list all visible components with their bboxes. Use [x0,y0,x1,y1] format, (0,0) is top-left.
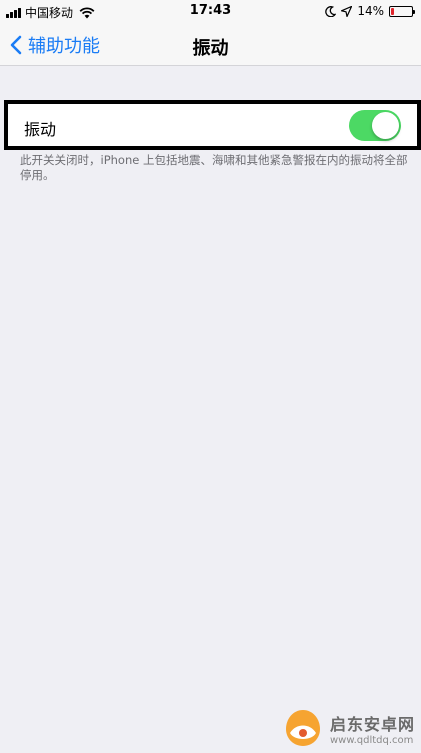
location-icon [341,5,353,17]
battery-icon [389,5,415,17]
vibration-toggle[interactable] [349,110,401,141]
vibration-description: 此开关关闭时，iPhone 上包括地震、海啸和其他紧急警报在内的振动将全部停用。 [20,153,408,182]
watermark-logo [285,710,320,746]
watermark-url: www.qdltdq.com [329,734,414,746]
battery-percent: 14% [357,4,384,18]
status-right: 14% [325,4,415,18]
watermark: 启东安卓网 www.qdltdq.com [282,707,415,749]
watermark-title: 启东安卓网 [329,714,415,734]
toggle-knob [372,112,399,139]
page-title: 振动 [192,38,229,59]
navigation-bar: 辅助功能 振动 [0,24,421,66]
battery-fill [391,7,394,15]
watermark-text: 启东安卓网 www.qdltdq.com [330,711,415,746]
status-bar: 中国移动 17:43 14% [0,0,421,24]
vibration-label: 振动 [24,120,57,139]
moon-icon [325,5,337,17]
vibration-setting-row: 振动 [4,100,421,150]
